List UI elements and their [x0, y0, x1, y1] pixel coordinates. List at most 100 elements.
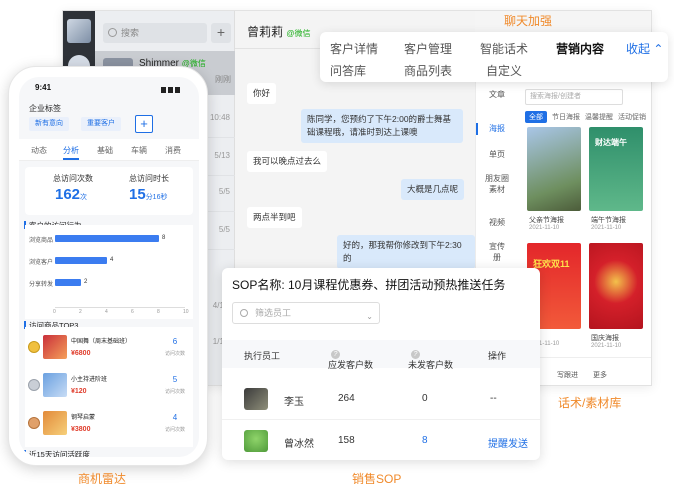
new-chat-button[interactable]: +	[211, 23, 231, 43]
tab-custom[interactable]: 自定义	[486, 62, 522, 79]
x-tick-label: 10	[183, 309, 189, 315]
product-price: ¥120	[71, 388, 87, 395]
search-icon	[240, 309, 248, 317]
header-employee: 执行员工	[244, 351, 281, 361]
bar-value-label: 4	[110, 257, 114, 263]
filter-promo[interactable]: 活动促销	[618, 112, 646, 122]
poster-date: 2021-11-10	[529, 225, 560, 231]
conversation-time: 10:48	[209, 113, 230, 122]
table-row: 李玉 264 0 --	[222, 378, 540, 420]
visit-stats: 总访问次数 162次 总访问时长 15分16秒	[25, 167, 193, 215]
tab-consumption[interactable]: 消费	[165, 145, 181, 156]
conversation-time: 5/5	[218, 187, 230, 196]
product-image	[43, 411, 67, 435]
chat-message: 我可以晚点过去么	[247, 151, 328, 172]
product-name: 小主持进阶班	[71, 377, 108, 383]
product-row[interactable]: 小主持进阶班 ¥120 5 访问次数	[25, 371, 193, 405]
tool-brochure[interactable]: 宣传册	[476, 241, 518, 263]
x-tick-label: 6	[131, 309, 134, 315]
poster-thumbnail[interactable]	[589, 243, 643, 329]
tab-vehicle[interactable]: 车辆	[131, 145, 147, 156]
bar-category-label: 分享转发	[29, 282, 54, 288]
x-tick-label: 2	[79, 309, 82, 315]
status-time: 9:41	[35, 83, 52, 92]
employee-avatar	[244, 430, 268, 452]
follow-up-button[interactable]: 写跟进	[557, 370, 578, 380]
chat-message: 大概是几点呢	[401, 179, 465, 200]
chat-message: 好的，那我帮你修改到下午2:30的	[337, 235, 475, 269]
tool-moments[interactable]: 朋友圈素材	[476, 173, 518, 195]
header-action: 操作	[488, 351, 507, 361]
status-icons	[161, 84, 187, 93]
top3-products: 中国舞（周末基础班） ¥6800 6 访问次数 小主持进阶班 ¥120 5 访问…	[25, 327, 193, 447]
feature-label: 商机雷达	[78, 472, 127, 484]
collapse-button[interactable]: 收起 ⌃	[626, 40, 663, 57]
recent-activity-title: 近15天访问活跃度	[24, 449, 90, 457]
tab-customer-management[interactable]: 客户管理	[404, 40, 452, 57]
total-duration-label: 总访问时长	[129, 174, 169, 183]
add-tag-button[interactable]: +	[135, 115, 153, 133]
tab-qa-library[interactable]: 问答库	[330, 62, 366, 79]
more-button[interactable]: 更多	[593, 370, 607, 380]
poster-search-input[interactable]: 搜索海报/创建者	[525, 89, 623, 105]
filter-holiday[interactable]: 节日海报	[552, 112, 580, 122]
bar-mark	[55, 235, 159, 242]
tab-basic[interactable]: 基础	[97, 145, 113, 156]
tab-smart-script[interactable]: 智能话术	[480, 40, 528, 57]
total-duration-value: 15分16秒	[129, 186, 168, 203]
bar-category-label: 浏览客户	[29, 260, 54, 266]
chat-enhance-tabs: 客户详情 客户管理 智能话术 营销内容 收起 ⌃ 问答库 商品列表 自定义	[320, 32, 668, 82]
product-image	[43, 373, 67, 397]
product-visit-label: 访问次数	[164, 427, 185, 433]
bar-category-label: 浏览商品	[29, 238, 54, 244]
row-action: --	[490, 393, 497, 404]
tab-customer-detail[interactable]: 客户详情	[330, 40, 378, 57]
tab-marketing-content[interactable]: 营销内容	[556, 40, 604, 57]
chat-message: 两点半到吧	[247, 207, 302, 228]
poster-thumbnail[interactable]: 财达端午	[589, 127, 643, 211]
header-unsent: 未发客户数?	[408, 350, 454, 370]
bar-mark	[55, 279, 81, 286]
product-row[interactable]: 钢琴启蒙 ¥3800 4 访问次数	[25, 409, 193, 443]
filter-all[interactable]: 全部	[525, 111, 547, 123]
total-visits-value: 162次	[55, 186, 88, 203]
employee-filter-select[interactable]: 筛选员工 ⌄	[232, 302, 380, 324]
poster-thumbnail[interactable]	[527, 127, 581, 211]
poster-title: 父亲节海报	[529, 217, 564, 224]
sent-count: 264	[338, 393, 355, 404]
conversation-search-input[interactable]: 搜索	[103, 23, 207, 43]
employee-avatar	[244, 388, 268, 410]
poster-date: 2021-11-10	[591, 225, 622, 231]
product-visit-label: 访问次数	[164, 389, 185, 395]
tab-analysis[interactable]: 分析	[63, 145, 79, 156]
conversation-time: 5/5	[218, 225, 230, 234]
product-visit-label: 访问次数	[164, 351, 185, 357]
product-row[interactable]: 中国舞（周末基础班） ¥6800 6 访问次数	[25, 333, 193, 367]
my-avatar[interactable]	[67, 19, 91, 43]
tool-article[interactable]: 文章	[476, 89, 518, 100]
chat-message: 陈同学，您预约了下午2:00的爵士舞基础课程哦，请准时到达上课噢	[301, 109, 463, 143]
tool-single-page[interactable]: 单页	[476, 149, 518, 160]
sop-title: SOP名称: 10月课程优惠券、拼团活动预热推送任务	[232, 278, 506, 292]
tool-poster[interactable]: 海报	[476, 123, 518, 134]
phone-screen: 9:41 企业标签 新有意向 重要客户 + 动态 分析 基础 车辆 消费 总访问…	[19, 77, 199, 457]
total-visits-label: 总访问次数	[53, 174, 93, 183]
x-tick-label: 8	[157, 309, 160, 315]
product-name: 中国舞（周末基础班）	[71, 339, 132, 345]
search-icon	[108, 28, 117, 37]
tag-chip[interactable]: 新有意向	[29, 117, 69, 131]
employee-name: 李玉	[284, 397, 304, 408]
bar-value-label: 8	[162, 235, 166, 241]
filter-reminder[interactable]: 温馨提醒	[585, 112, 613, 122]
tag-chip[interactable]: 重要客户	[81, 117, 121, 131]
sent-count: 158	[338, 435, 355, 446]
enterprise-tag-title: 企业标签	[29, 104, 61, 113]
tool-video[interactable]: 视频	[476, 217, 518, 228]
tab-product-list[interactable]: 商品列表	[404, 62, 452, 79]
product-visit-count: 6	[172, 337, 178, 346]
remind-send-link[interactable]: 提醒发送	[488, 435, 528, 450]
tab-activity[interactable]: 动态	[31, 145, 47, 156]
poster-filter-tabs: 全部 节日海报 温馨提醒 活动促销	[525, 111, 651, 123]
unsent-count: 0	[422, 393, 428, 404]
chevron-down-icon: ⌄	[366, 312, 373, 321]
